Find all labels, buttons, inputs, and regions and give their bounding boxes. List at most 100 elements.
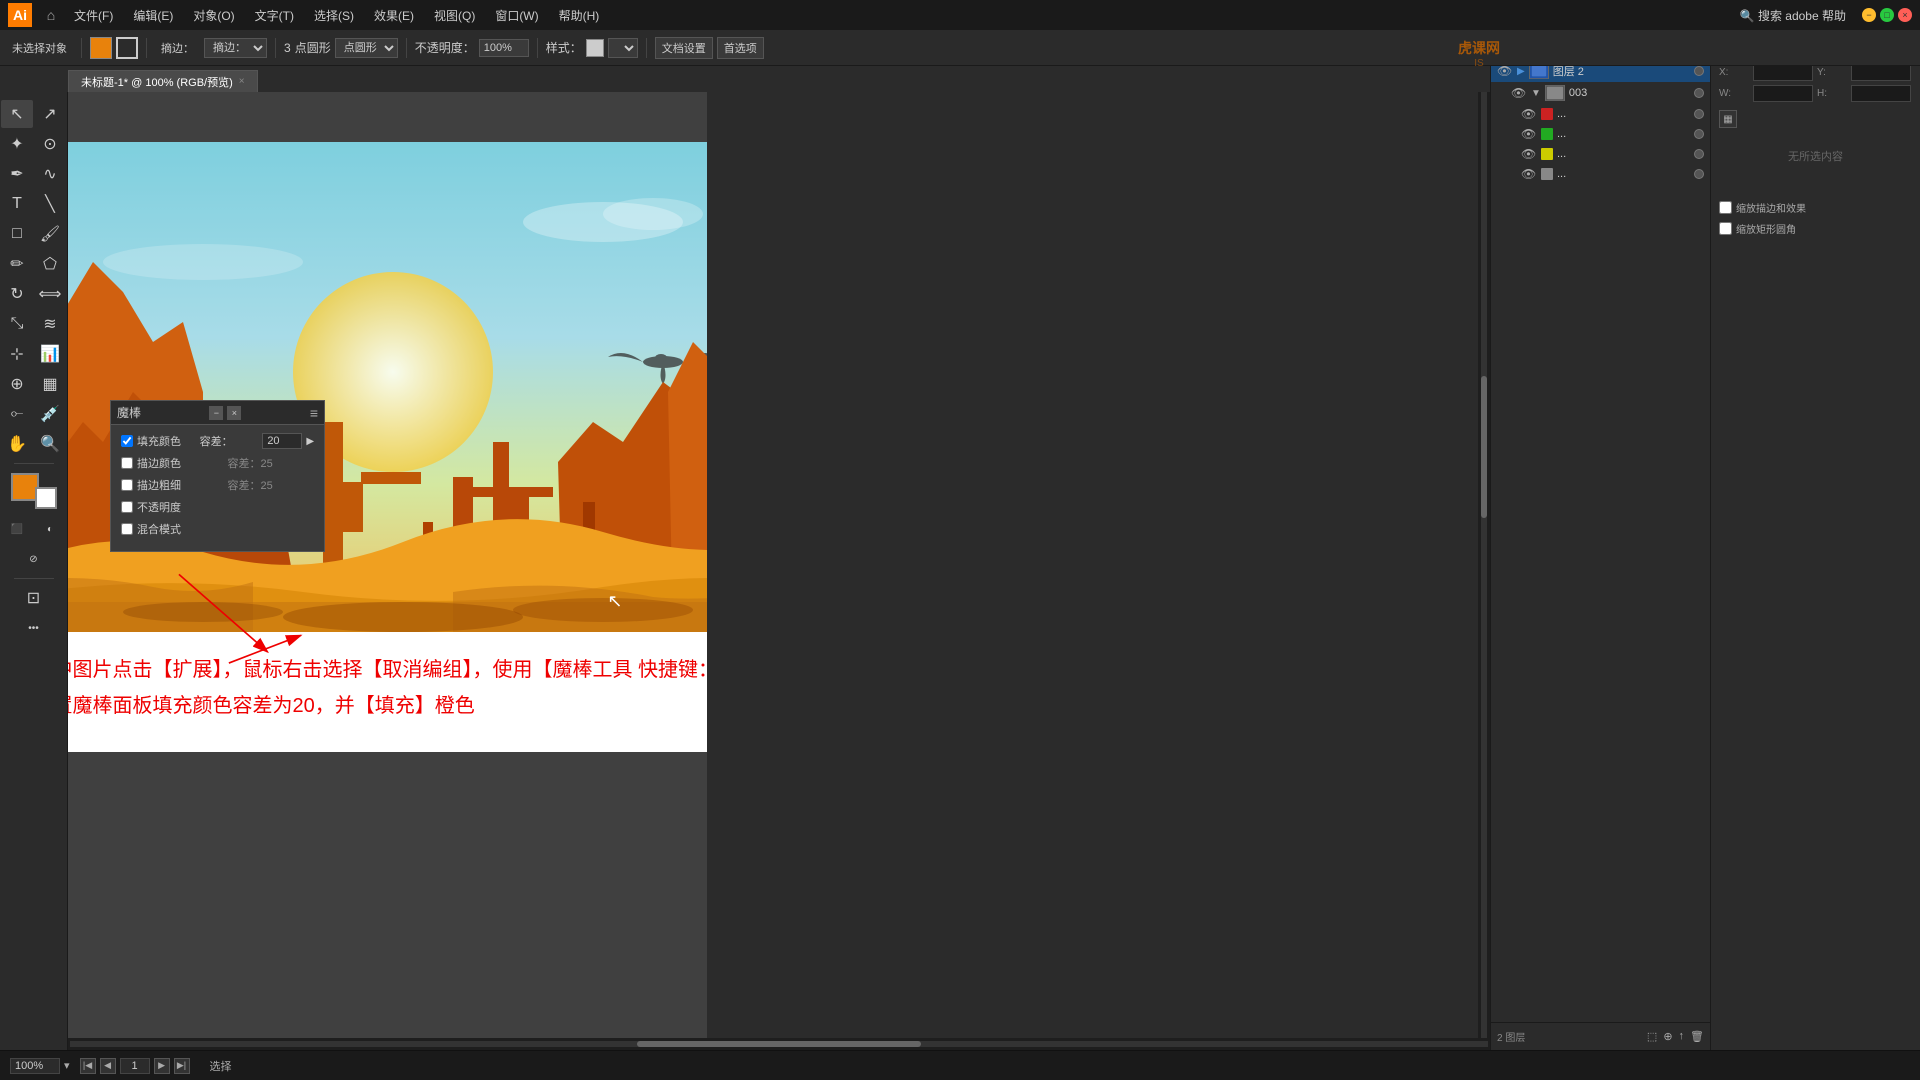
- more-tools[interactable]: •••: [18, 614, 50, 642]
- zoom-tool[interactable]: 🔍: [34, 430, 66, 458]
- h-scrollbar-track[interactable]: [70, 1041, 1488, 1047]
- free-transform-tool[interactable]: ⊹: [1, 340, 33, 368]
- zoom-input[interactable]: [10, 1058, 60, 1074]
- menu-select[interactable]: 选择(S): [306, 5, 362, 26]
- opacity-checkbox[interactable]: [121, 501, 133, 513]
- toolbar-brush-option[interactable]: 摘边：: [155, 38, 200, 58]
- text-tool[interactable]: T: [1, 190, 33, 218]
- rotate-tool[interactable]: ↻: [1, 280, 33, 308]
- reflect-tool[interactable]: ⟺: [34, 280, 66, 308]
- pen-tool[interactable]: ✒: [1, 160, 33, 188]
- fill-color-checkbox[interactable]: [121, 435, 133, 447]
- eye-icon-red[interactable]: 👁: [1521, 107, 1537, 121]
- line-tool[interactable]: ╲: [34, 190, 66, 218]
- layer-visibility-circle-red[interactable]: [1694, 109, 1704, 119]
- eye-icon-003[interactable]: 👁: [1511, 86, 1527, 100]
- toolbar-brush-select[interactable]: 摘边：: [204, 38, 267, 58]
- fill-tolerance-input[interactable]: [262, 433, 302, 449]
- menu-help[interactable]: 帮助(H): [551, 5, 608, 26]
- stroke-color-checkbox[interactable]: [121, 457, 133, 469]
- menu-file[interactable]: 文件(F): [66, 5, 121, 26]
- layer-row-yellow[interactable]: 👁 ...: [1491, 144, 1710, 164]
- hand-tool[interactable]: ✋: [1, 430, 33, 458]
- gradient-mode-icon[interactable]: ◐: [34, 515, 66, 543]
- toolbar-stroke-color[interactable]: [116, 37, 138, 59]
- expand-icon-003[interactable]: ▼: [1531, 88, 1541, 99]
- x-input[interactable]: [1753, 64, 1813, 81]
- curvature-tool[interactable]: ∿: [34, 160, 66, 188]
- layer-row-gray[interactable]: 👁 ...: [1491, 164, 1710, 184]
- scale-strokes-checkbox[interactable]: [1719, 201, 1732, 214]
- v-scrollbar-thumb[interactable]: [1481, 376, 1487, 518]
- menu-view[interactable]: 视图(Q): [426, 5, 483, 26]
- expand-icon-layer2[interactable]: ▶: [1517, 66, 1525, 77]
- toolbar-style-box[interactable]: [586, 39, 604, 57]
- zoom-dropdown[interactable]: ▾: [64, 1059, 70, 1072]
- menu-text[interactable]: 文字(T): [247, 5, 302, 26]
- menu-edit[interactable]: 编辑(E): [125, 5, 181, 26]
- eye-icon-green[interactable]: 👁: [1521, 127, 1537, 141]
- eye-icon-yellow[interactable]: 👁: [1521, 147, 1537, 161]
- graph-tool[interactable]: 📊: [34, 340, 66, 368]
- h-input[interactable]: [1851, 85, 1911, 102]
- layer-visibility-circle-003[interactable]: [1694, 88, 1704, 98]
- paintbrush-tool[interactable]: 🖌: [34, 220, 66, 248]
- rectangle-tool[interactable]: □: [1, 220, 33, 248]
- v-scrollbar-track[interactable]: [1481, 92, 1487, 1038]
- h-scrollbar-thumb[interactable]: [637, 1041, 921, 1047]
- first-page-btn[interactable]: |◀: [80, 1058, 96, 1074]
- last-page-btn[interactable]: ▶|: [174, 1058, 190, 1074]
- pencil-tool[interactable]: ✏: [1, 250, 33, 278]
- panel-close-btn[interactable]: ×: [227, 406, 241, 420]
- symbol-sprayer-tool[interactable]: ⊕: [1, 370, 33, 398]
- magic-wand-tool[interactable]: ✦: [1, 130, 33, 158]
- layer-visibility-circle-yellow[interactable]: [1694, 149, 1704, 159]
- artboard-tool[interactable]: ⊡: [18, 584, 50, 612]
- eye-icon-gray[interactable]: 👁: [1521, 167, 1537, 181]
- menu-window[interactable]: 窗口(W): [487, 5, 546, 26]
- y-input[interactable]: [1851, 64, 1911, 81]
- move-to-new-layer-btn[interactable]: ↑: [1679, 1030, 1685, 1043]
- maximize-button[interactable]: □: [1880, 8, 1894, 22]
- toolbar-style-select[interactable]: [608, 38, 638, 58]
- doc-settings-button[interactable]: 文档设置: [655, 37, 713, 59]
- selection-tool[interactable]: ↖: [1, 100, 33, 128]
- lasso-tool[interactable]: ⊙: [34, 130, 66, 158]
- new-layer-from-selection-btn[interactable]: ⬚: [1647, 1030, 1657, 1043]
- delete-layer-btn[interactable]: 🗑: [1690, 1030, 1704, 1043]
- magic-wand-titlebar[interactable]: 魔棒 − × ≡: [111, 401, 324, 425]
- shaper-tool[interactable]: ⬠: [34, 250, 66, 278]
- menu-object[interactable]: 对象(O): [185, 5, 242, 26]
- color-mode-icon[interactable]: ⬛: [1, 515, 33, 543]
- toolbar-fill-color[interactable]: [90, 37, 112, 59]
- scale-tool[interactable]: ⤡: [1, 310, 33, 338]
- menu-effect[interactable]: 效果(E): [366, 5, 422, 26]
- layer-visibility-circle-gray[interactable]: [1694, 169, 1704, 179]
- direct-selection-tool[interactable]: ↗: [34, 100, 66, 128]
- panel-menu-btn[interactable]: ≡: [310, 405, 318, 421]
- scale-corners-checkbox[interactable]: [1719, 222, 1732, 235]
- none-mode-icon[interactable]: ⊘: [18, 545, 50, 573]
- w-input[interactable]: [1753, 85, 1813, 102]
- warp-tool[interactable]: ≋: [34, 310, 66, 338]
- prev-page-btn[interactable]: ◀: [100, 1058, 116, 1074]
- page-number-input[interactable]: [120, 1058, 150, 1074]
- toolbar-opacity-input[interactable]: [479, 39, 529, 57]
- layer-row-003[interactable]: 👁 ▼ 003: [1491, 82, 1710, 104]
- background-color[interactable]: [35, 487, 57, 509]
- preferences-button[interactable]: 首选项: [717, 37, 764, 59]
- fill-tolerance-arrow[interactable]: ▶: [306, 436, 314, 447]
- tab-close-button[interactable]: ×: [239, 76, 245, 87]
- stroke-width-checkbox[interactable]: [121, 479, 133, 491]
- home-icon[interactable]: ⌂: [40, 4, 62, 26]
- blend-tool[interactable]: ⟜: [1, 400, 33, 428]
- close-button[interactable]: ×: [1898, 8, 1912, 22]
- eyedropper-tool[interactable]: 💉: [34, 400, 66, 428]
- layer-visibility-circle-green[interactable]: [1694, 129, 1704, 139]
- layer-row-red[interactable]: 👁 ...: [1491, 104, 1710, 124]
- layer-visibility-circle-layer2[interactable]: [1694, 66, 1704, 76]
- grid-icon-1[interactable]: ▦: [1719, 110, 1737, 128]
- minimize-button[interactable]: −: [1862, 8, 1876, 22]
- layer-row-green[interactable]: 👁 ...: [1491, 124, 1710, 144]
- create-new-sublayer-btn[interactable]: ⊕: [1663, 1030, 1672, 1043]
